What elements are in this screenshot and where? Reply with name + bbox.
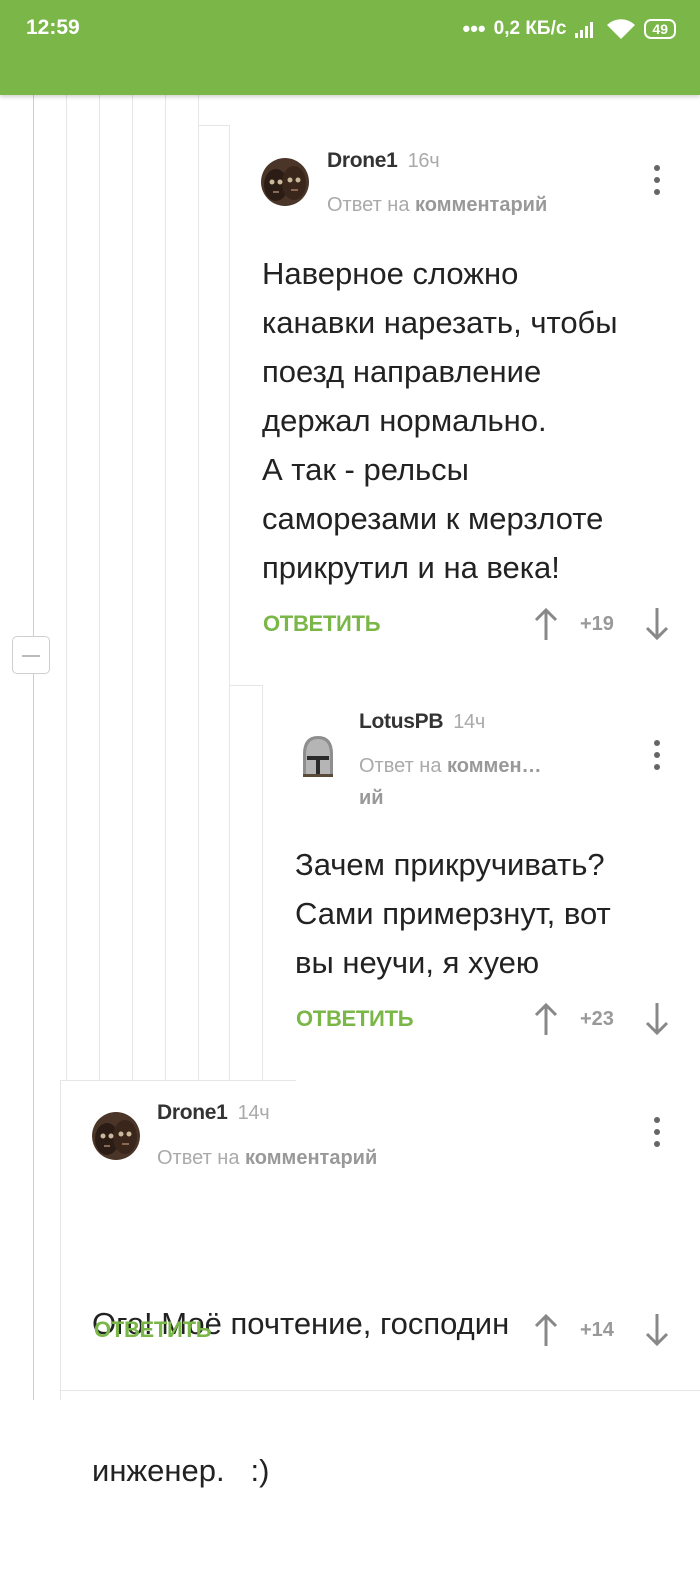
comment-text: Ого! Моё почтение, господин инженер. :): [92, 1306, 510, 1488]
rating-value: +19: [580, 613, 614, 635]
downvote-arrow-icon[interactable]: [643, 1313, 671, 1347]
battery-icon: 49: [644, 19, 676, 39]
comment-time: 14ч: [237, 1102, 270, 1124]
rating-value: +23: [580, 1008, 614, 1030]
comment-author[interactable]: Drone1 16ч: [327, 149, 440, 173]
comment-drone1-second: Drone1 14ч Ответ на комментарий Ого! Моё …: [61, 1081, 700, 1488]
upvote-arrow-icon[interactable]: [532, 1002, 560, 1036]
comment-text: Зачем прикручивать? Сами примерзнут, вот…: [295, 847, 611, 980]
wifi-icon: [607, 19, 636, 39]
dots-signal-icon: •••: [462, 16, 486, 41]
upvote-arrow-icon[interactable]: [532, 1313, 560, 1347]
avatar[interactable]: [92, 1112, 140, 1160]
comment-time: 16ч: [407, 150, 440, 172]
comment-time: 14ч: [453, 711, 486, 733]
more-vertical-icon[interactable]: [645, 1115, 669, 1155]
downvote-arrow-icon[interactable]: [643, 607, 671, 641]
more-vertical-icon[interactable]: [645, 738, 669, 778]
reply-button[interactable]: ОТВЕТИТЬ: [263, 611, 381, 637]
reply-to-link[interactable]: Ответ на комментарий: [157, 1142, 377, 1174]
reply-button[interactable]: ОТВЕТИТЬ: [296, 1006, 414, 1032]
collapse-thread-icon[interactable]: [12, 636, 50, 674]
avatar-image: [303, 736, 333, 777]
upvote-arrow-icon[interactable]: [532, 607, 560, 641]
comment-text: Наверное сложно канавки нарезать, чтобы …: [262, 256, 618, 585]
cellular-signal-icon: [575, 22, 594, 38]
avatar-image: [92, 1112, 140, 1160]
reply-to-link[interactable]: Ответ на коммен… ий: [359, 750, 599, 814]
status-bar: 12:59 ••• 0,2 КБ/с 49: [0, 0, 700, 95]
rating-value: +14: [580, 1319, 614, 1341]
comment-author[interactable]: LotusPB 14ч: [359, 710, 485, 734]
reply-button[interactable]: ОТВЕТИТЬ: [94, 1317, 212, 1343]
downvote-arrow-icon[interactable]: [643, 1002, 671, 1036]
network-speed: 0,2 КБ/с: [493, 18, 567, 39]
comment-author[interactable]: Drone1 14ч: [157, 1101, 270, 1125]
comment-lotuspb: LotusPB 14ч Ответ на коммен… ий Зачем при…: [263, 686, 700, 1080]
status-indicators: ••• 0,2 КБ/с 49: [463, 16, 676, 42]
avatar[interactable]: [261, 158, 309, 206]
status-time: 12:59: [26, 16, 80, 39]
avatar[interactable]: [294, 730, 342, 778]
comment-drone1-first: Drone1 16ч Ответ на комментарий Наверное …: [230, 125, 700, 685]
reply-to-link[interactable]: Ответ на комментарий: [327, 189, 547, 221]
more-vertical-icon[interactable]: [645, 163, 669, 203]
avatar-image: [261, 158, 309, 206]
